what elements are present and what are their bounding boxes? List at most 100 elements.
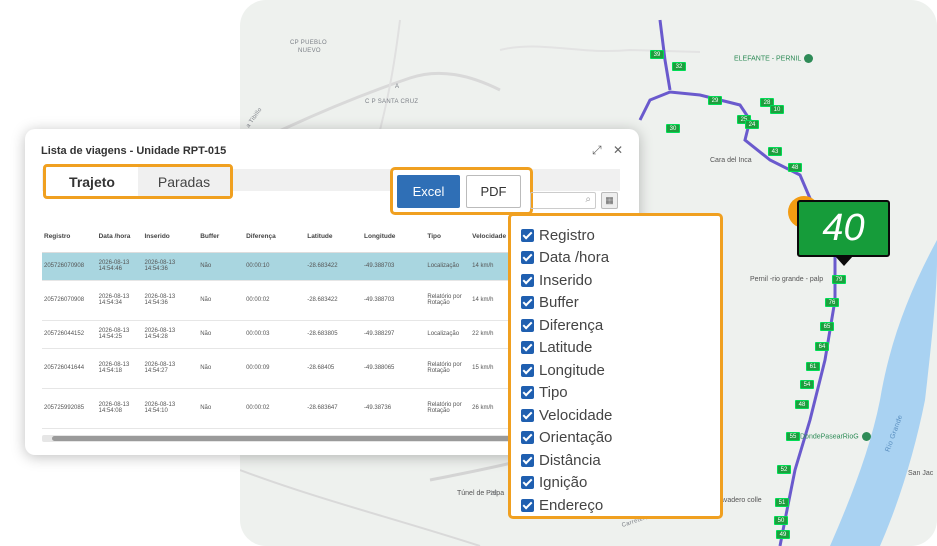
table-cell-registro: 205725992085 — [42, 388, 97, 429]
close-icon[interactable]: ✕ — [613, 143, 623, 157]
route-marker[interactable]: 32 — [672, 62, 686, 71]
checkbox-checked-icon[interactable] — [521, 251, 534, 265]
pdf-button[interactable]: PDF — [466, 175, 521, 208]
col-header-buffer[interactable]: Buffer — [198, 222, 245, 253]
poi-donde-pasear[interactable]: DondePasearRioG — [800, 432, 871, 441]
table-cell-buffer: Não — [198, 320, 245, 349]
column-option[interactable]: Ignição — [521, 472, 720, 495]
table-cell-registro: 205726041644 — [42, 348, 97, 389]
table-cell-lon: -49.388703 — [362, 252, 426, 281]
col-header-diferenca[interactable]: Diferença — [244, 222, 306, 253]
column-option[interactable]: Data /hora — [521, 247, 720, 270]
column-option[interactable]: Latitude — [521, 337, 720, 360]
col-header-data[interactable]: Data /hora — [96, 222, 143, 253]
checkbox-checked-icon[interactable] — [521, 318, 534, 332]
route-marker[interactable]: 39 — [650, 50, 664, 59]
route-marker[interactable]: 30 — [666, 124, 680, 133]
expand-icon[interactable]: ⤢ — [592, 143, 602, 157]
checkbox-checked-icon[interactable] — [521, 453, 534, 467]
route-marker[interactable]: 49 — [776, 530, 790, 539]
table-cell-diferenca: 00:00:02 — [244, 388, 306, 429]
excel-button[interactable]: Excel — [397, 175, 460, 208]
route-marker[interactable]: 76 — [825, 298, 839, 307]
column-option[interactable]: Diferença — [521, 314, 720, 337]
column-option[interactable]: Inserido — [521, 269, 720, 292]
col-header-inserido[interactable]: Inserido — [142, 222, 199, 253]
route-marker[interactable]: 55 — [786, 432, 800, 441]
tab-group: Trajeto Paradas — [43, 164, 233, 199]
col-header-latitude[interactable]: Latitude — [305, 222, 363, 253]
route-marker[interactable]: 65 — [820, 322, 834, 331]
route-marker[interactable]: 51 — [775, 498, 789, 507]
table-row[interactable]: 205725992085 2026-08-13 14:54:08 2026-08-1… — [42, 388, 527, 429]
horizontal-scrollbar[interactable] — [42, 435, 532, 442]
table-cell-tipo: Relatório por Rotação — [425, 388, 471, 429]
col-header-longitude[interactable]: Longitude — [362, 222, 426, 253]
table-cell-diferenca: 00:00:10 — [244, 252, 306, 281]
table-row[interactable]: 205726041644 2026-08-13 14:54:18 2026-08-1… — [42, 348, 527, 389]
scrollbar-thumb[interactable] — [52, 436, 522, 441]
checkbox-checked-icon[interactable] — [521, 273, 534, 287]
route-marker[interactable]: 43 — [768, 147, 782, 156]
panel-window-controls: ⤢ ✕ — [584, 143, 623, 158]
checkbox-checked-icon[interactable] — [521, 386, 534, 400]
checkbox-checked-icon[interactable] — [521, 228, 534, 242]
tab-paradas[interactable]: Paradas — [138, 167, 230, 196]
route-marker[interactable]: 29 — [708, 96, 722, 105]
column-option[interactable]: Tipo — [521, 382, 720, 405]
map-label: Cara del Inca — [710, 157, 752, 164]
col-header-registro[interactable]: Registro — [42, 222, 97, 253]
column-option[interactable]: Longitude — [521, 359, 720, 382]
table-cell-lat: -28.683422 — [305, 252, 363, 281]
route-marker[interactable]: 10 — [770, 105, 784, 114]
column-option-label: Distância — [539, 451, 601, 469]
route-marker[interactable]: 24 — [745, 120, 759, 129]
table-cell-data: 2026-08-13 14:54:46 — [96, 252, 143, 281]
tab-trajeto[interactable]: Trajeto — [46, 167, 138, 196]
search-input[interactable]: ⌕ — [530, 192, 596, 209]
checkbox-checked-icon[interactable] — [521, 408, 534, 422]
table-row[interactable]: 205726044152 2026-08-13 14:54:25 2026-08-1… — [42, 320, 527, 349]
route-marker[interactable]: 61 — [806, 362, 820, 371]
column-option[interactable]: Endereço — [521, 494, 720, 517]
column-option-label: Ignição — [539, 474, 588, 492]
table-cell-lat: -28.683422 — [305, 280, 363, 321]
table-cell-tipo: Localização — [425, 252, 471, 281]
table-cell-lon: -49.38736 — [362, 388, 426, 429]
table-row[interactable]: 205726070908 2026-08-13 14:54:46 2026-08-1… — [42, 252, 527, 281]
column-option[interactable]: Distância — [521, 449, 720, 472]
table-row[interactable]: 205726070908 2026-08-13 14:54:34 2026-08-1… — [42, 280, 527, 321]
route-marker[interactable]: 64 — [815, 342, 829, 351]
column-option-label: Buffer — [539, 294, 579, 312]
table-cell-inserido: 2026-08-13 14:54:27 — [142, 348, 199, 389]
checkbox-checked-icon[interactable] — [521, 431, 534, 445]
table-cell-lon: -49.388703 — [362, 280, 426, 321]
table-cell-tipo: Relatório por Rotação — [425, 348, 471, 389]
route-marker[interactable]: 79 — [832, 275, 846, 284]
speed-badge[interactable]: 40 — [797, 200, 890, 266]
checkbox-checked-icon[interactable] — [521, 341, 534, 355]
route-marker[interactable]: 52 — [777, 465, 791, 474]
column-option[interactable]: Velocidade — [521, 404, 720, 427]
poi-label: ELEFANTE - PERNIL — [734, 55, 802, 63]
table-cell-lon: -49.388065 — [362, 348, 426, 389]
checkbox-checked-icon[interactable] — [521, 498, 534, 512]
checkbox-checked-icon[interactable] — [521, 476, 534, 490]
table-cell-inserido: 2026-08-13 14:54:36 — [142, 280, 199, 321]
poi-elefante[interactable]: ELEFANTE - PERNIL — [734, 54, 814, 63]
column-option[interactable]: Registro — [521, 224, 720, 247]
table-cell-lat: -28.683647 — [305, 388, 363, 429]
column-option-label: Inserido — [539, 271, 593, 289]
column-option[interactable]: Orientação — [521, 427, 720, 450]
route-marker[interactable]: 50 — [774, 516, 788, 525]
route-marker[interactable]: 54 — [800, 380, 814, 389]
route-marker[interactable]: 48 — [788, 163, 802, 172]
column-chooser: Registro Data /hora Inserido Buffer Diferenç… — [508, 213, 723, 519]
route-marker[interactable]: 48 — [795, 400, 809, 409]
table-cell-diferenca: 00:00:09 — [244, 348, 306, 389]
col-header-tipo[interactable]: Tipo — [425, 222, 471, 253]
checkbox-checked-icon[interactable] — [521, 363, 534, 377]
checkbox-checked-icon[interactable] — [521, 296, 534, 310]
column-option[interactable]: Buffer — [521, 292, 720, 315]
columns-button[interactable]: ▦ — [601, 192, 618, 209]
